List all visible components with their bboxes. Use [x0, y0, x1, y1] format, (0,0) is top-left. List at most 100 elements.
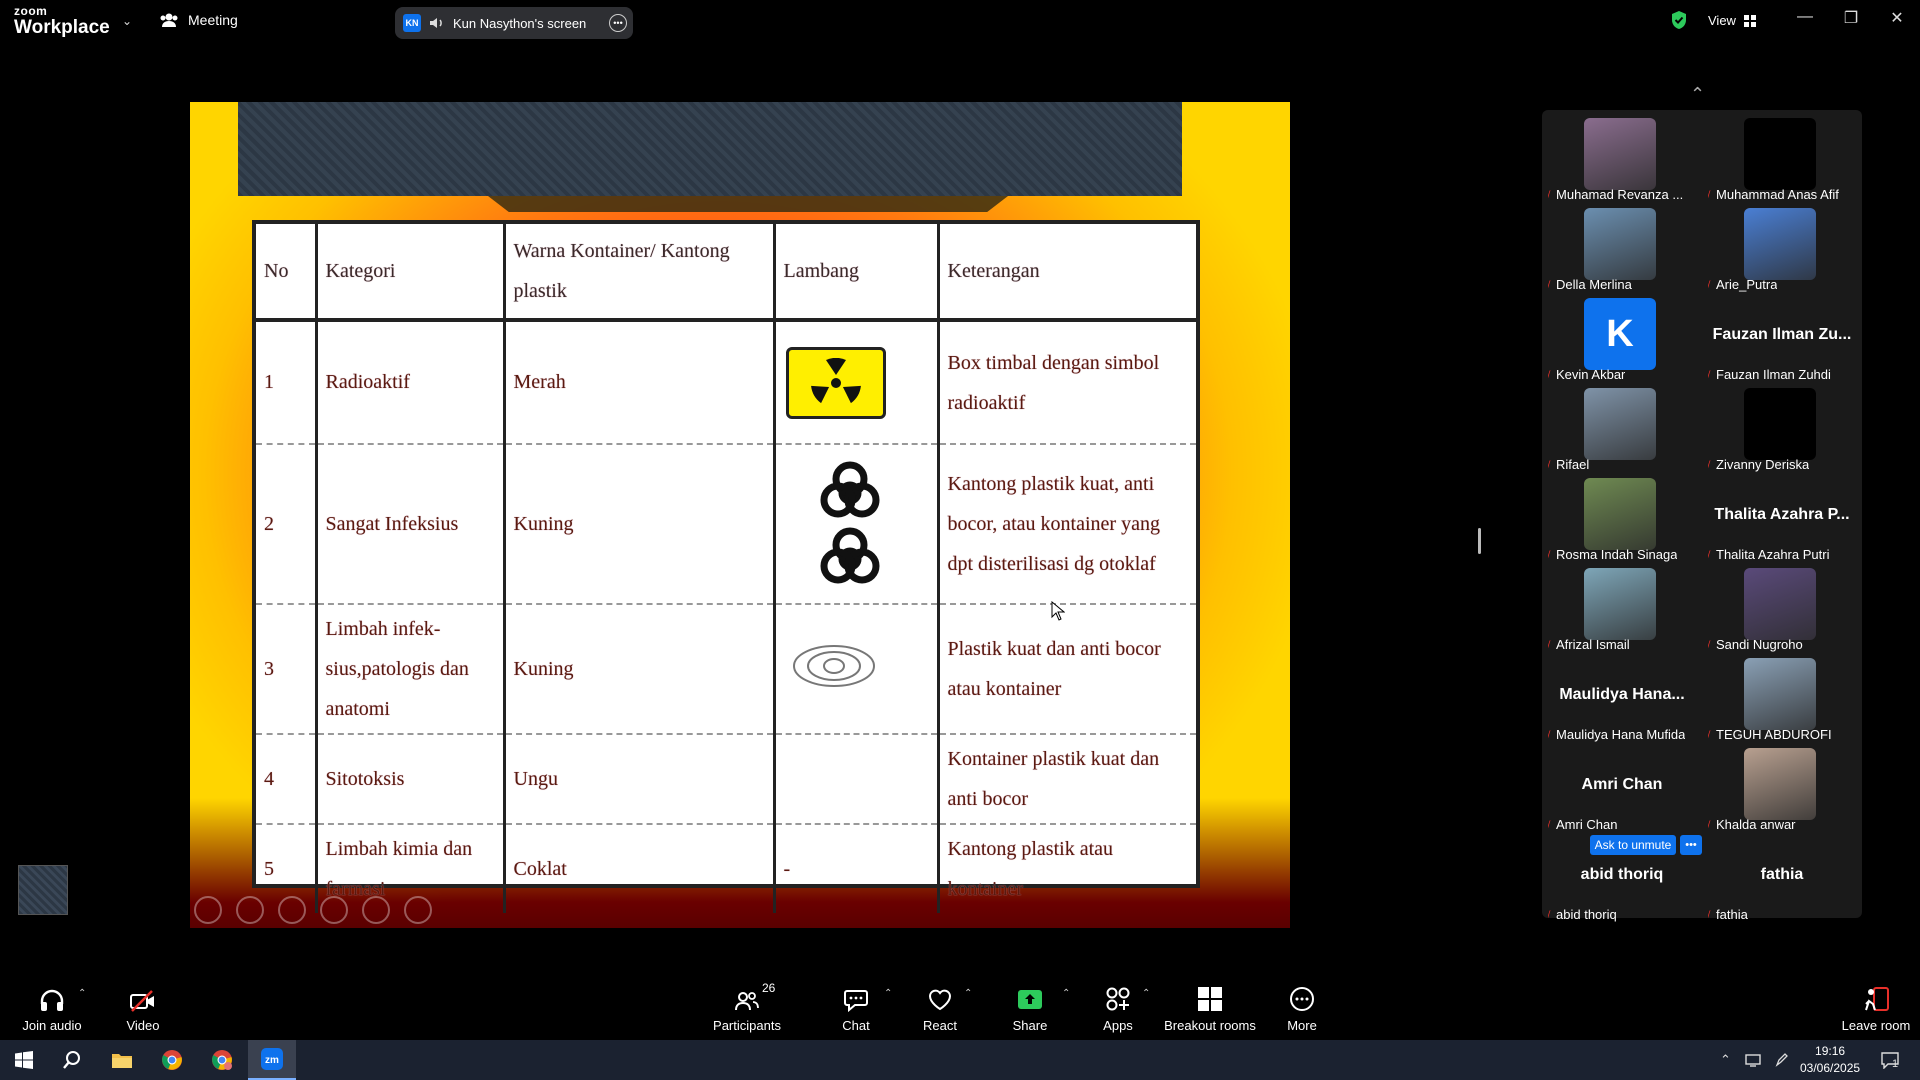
header-warna: Warna Kontainer/ Kantong plastik [504, 224, 776, 320]
taskbar-clock[interactable]: 19:16 03/06/2025 [1800, 1043, 1860, 1077]
participant-name-row: ∕ Kevin Akbar [1548, 367, 1625, 382]
participant-tile[interactable]: ∕ Sandi Nugroho [1702, 568, 1862, 658]
slide-title-banner [238, 102, 1182, 196]
participant-video [1744, 748, 1816, 820]
cell-lambang [774, 320, 940, 444]
more-button[interactable]: More [1282, 980, 1322, 1040]
cell-keterangan: Plastik kuat dan anti bocor atau kontain… [947, 638, 1161, 700]
participant-tile[interactable]: ∕ Della Merlina [1542, 208, 1702, 298]
grid-icon [1743, 14, 1756, 27]
tile-more-options-button[interactable]: ••• [1680, 835, 1702, 855]
cell-no: 4 [256, 734, 318, 824]
muted-mic-icon: ∕ [1708, 367, 1712, 382]
react-label: React [923, 1018, 957, 1033]
participant-name: Sandi Nugroho [1716, 637, 1803, 652]
chat-button[interactable]: Chat [836, 980, 876, 1040]
panel-resize-handle[interactable] [1478, 528, 1481, 554]
slides-icon [320, 896, 348, 924]
participants-button[interactable]: Participants 26 [712, 980, 782, 1040]
participant-tile[interactable]: ∕ Zivanny Deriska [1702, 388, 1862, 478]
cell-keterangan: Box timbal dengan simbol radioaktif [947, 351, 1160, 414]
audio-options-caret-icon[interactable]: ⌃ [78, 988, 86, 999]
participant-name-row: ∕ Maulidya Hana Mufida [1548, 727, 1685, 742]
participant-tile[interactable]: ∕ Muhamad Revanza ... [1542, 118, 1702, 208]
muted-mic-icon: ∕ [1708, 277, 1712, 292]
participant-tile[interactable]: ∕ Muhammad Anas Afif [1702, 118, 1862, 208]
muted-mic-icon: ∕ [1548, 367, 1552, 382]
svg-text:zm: zm [265, 1055, 279, 1066]
participant-tile[interactable]: ∕ Rosma Indah Sinaga [1542, 478, 1702, 568]
pen-input-icon[interactable] [1775, 1053, 1789, 1067]
participant-tile[interactable]: ∕ TEGUH ABDUROFI [1702, 658, 1862, 748]
screen-share-indicator[interactable]: KN Kun Nasython's screen ••• [395, 7, 633, 39]
leave-room-label: Leave room [1841, 1018, 1911, 1033]
participant-tile[interactable]: ∕ Arie_Putra [1702, 208, 1862, 298]
tray-overflow-icon[interactable]: ⌃ [1720, 1052, 1731, 1068]
network-icon[interactable] [1745, 1053, 1761, 1067]
participant-tile[interactable]: ∕ Afrizal Ismail [1542, 568, 1702, 658]
participant-name: Afrizal Ismail [1556, 637, 1630, 652]
chrome-profile-button[interactable] [198, 1040, 246, 1080]
cell-no: 2 [256, 444, 318, 604]
participant-name-row: ∕ fathia [1708, 907, 1748, 922]
participant-tile[interactable]: ∕ Khalda anwar [1702, 748, 1862, 838]
minimize-icon[interactable]: — [1790, 8, 1820, 26]
participant-tile[interactable]: Fauzan Ilman Zu... ∕ Fauzan Ilman Zuhdi [1702, 298, 1862, 388]
apps-button[interactable]: Apps [1098, 980, 1138, 1040]
windows-logo-icon [15, 1051, 33, 1069]
share-options-caret-icon[interactable]: ⌃ [1062, 988, 1070, 999]
clock-time: 19:16 [1815, 1044, 1846, 1058]
video-label: Video [126, 1018, 160, 1033]
chat-options-caret-icon[interactable]: ⌃ [884, 988, 892, 999]
join-audio-button[interactable]: Join audio [22, 980, 82, 1040]
zoom-taskbar-button[interactable]: zm [248, 1040, 296, 1080]
muted-mic-icon: ∕ [1708, 637, 1712, 652]
participant-avatar: K [1584, 298, 1656, 370]
pen-icon [278, 896, 306, 924]
encryption-shield-icon[interactable] [1670, 10, 1688, 35]
leave-room-button[interactable]: Leave room [1836, 980, 1916, 1040]
participant-name: Muhammad Anas Afif [1716, 187, 1839, 202]
participant-display-name: fathia [1760, 866, 1804, 883]
screen-share-label: Kun Nasython's screen [453, 15, 587, 31]
react-options-caret-icon[interactable]: ⌃ [964, 988, 972, 999]
chevron-down-icon[interactable]: ⌄ [122, 14, 132, 28]
cell-no: 3 [256, 604, 318, 734]
participant-tile[interactable]: Amri Chan ∕ Amri Chan [1542, 748, 1702, 838]
cell-warna: Merah [504, 320, 776, 444]
participants-icon [735, 992, 759, 1011]
participant-tile[interactable]: Maulidya Hana... ∕ Maulidya Hana Mufida [1542, 658, 1702, 748]
meeting-menu[interactable]: Meeting [160, 12, 238, 28]
more-label: More [1287, 1018, 1317, 1033]
video-button[interactable]: Video [118, 980, 168, 1040]
close-icon[interactable]: ✕ [1882, 8, 1912, 28]
breakout-rooms-icon [1198, 987, 1222, 1011]
notification-center-button[interactable]: 1 [1880, 1040, 1899, 1080]
apps-options-caret-icon[interactable]: ⌃ [1142, 988, 1150, 999]
react-button[interactable]: React [920, 980, 960, 1040]
share-button[interactable]: Share [1010, 980, 1050, 1040]
meeting-label: Meeting [188, 12, 238, 28]
view-button[interactable]: View [1708, 13, 1756, 28]
more-options-icon[interactable]: ••• [609, 14, 627, 32]
chevron-up-icon[interactable]: ⌃ [1690, 84, 1705, 105]
participant-name-row: ∕ Fauzan Ilman Zuhdi [1708, 367, 1831, 382]
participant-name-row: ∕ Muhammad Anas Afif [1708, 187, 1839, 202]
file-explorer-button[interactable] [98, 1040, 146, 1080]
windows-start-button[interactable] [0, 1040, 48, 1080]
cell-keterangan: Kontainer plastik kuat dan anti bocor [947, 748, 1160, 810]
participant-tile[interactable]: fathia ∕ fathia [1702, 838, 1862, 928]
participant-gallery: ∕ Muhamad Revanza ... ∕ Muhammad Anas Afif ∕… [1542, 110, 1862, 922]
breakout-rooms-button[interactable]: Breakout rooms [1160, 980, 1260, 1040]
participant-tile[interactable]: K ∕ Kevin Akbar [1542, 298, 1702, 388]
restore-icon[interactable]: ❐ [1836, 8, 1866, 28]
cell-kategori: Radioaktif [316, 320, 506, 444]
chrome-button[interactable] [148, 1040, 196, 1080]
participant-name: TEGUH ABDUROFI [1716, 727, 1832, 742]
participant-tile[interactable]: Thalita Azahra P... ∕ Thalita Azahra Putri [1702, 478, 1862, 568]
ask-to-unmute-button[interactable]: Ask to unmute [1590, 835, 1676, 855]
slide-title-remnant [488, 196, 1008, 212]
search-button[interactable] [48, 1040, 96, 1080]
chrome-icon [162, 1050, 182, 1070]
participant-tile[interactable]: ∕ Rifael [1542, 388, 1702, 478]
